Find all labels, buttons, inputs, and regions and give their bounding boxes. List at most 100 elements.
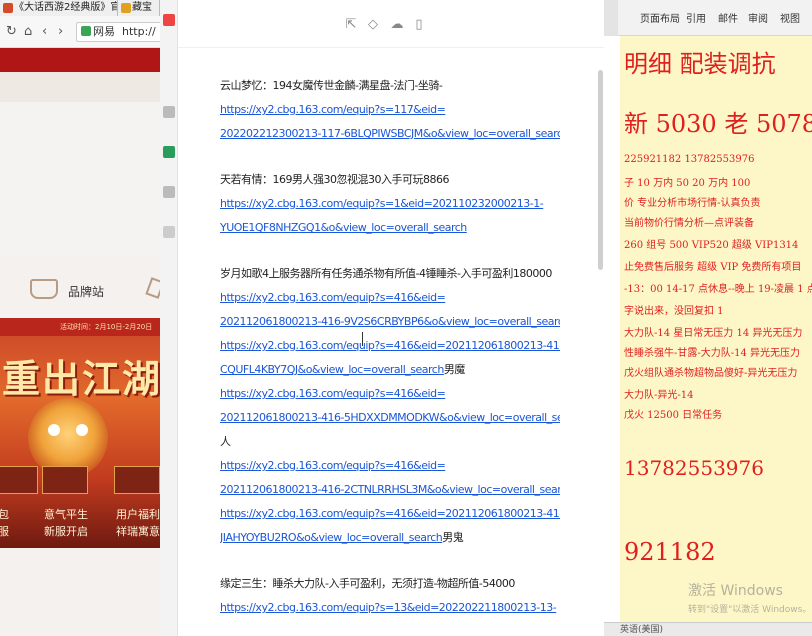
shop-icon xyxy=(30,279,58,299)
banner-thumb-3[interactable] xyxy=(114,466,160,494)
note-link-line[interactable]: https://xy2.cbg.163.com/equip?s=117&eid= xyxy=(220,98,560,122)
browser-window: 《大话西游2经典版》官方 藏宝 ↻ ⌂ ‹ › 网易 http:// 品牌站 活… xyxy=(0,0,160,636)
note-text-line: 缘定三生：睡杀大力队-入手可盈利，无须打造-物超所值-54000 xyxy=(220,572,560,596)
equip-link[interactable]: 202202212300213-117-6BLQPIWSBCJM&o&view_… xyxy=(220,127,560,140)
word-line: 止免费售后服务 超级 VIP 免费所有项目 xyxy=(624,262,802,273)
equip-link[interactable]: 202112061800213-416-2CTNLRRHSL3M&o&view_… xyxy=(220,483,560,496)
word-ribbon: 页面布局 引用 邮件 审阅 视图 xyxy=(604,0,812,36)
equip-link[interactable]: https://xy2.cbg.163.com/equip?s=13&eid=2… xyxy=(220,601,557,614)
site-lower-area xyxy=(0,548,160,636)
note-scroll-thumb[interactable] xyxy=(598,70,603,270)
word-line: 新 5030 老 5078 xyxy=(624,110,812,138)
equip-link[interactable]: https://xy2.cbg.163.com/equip?s=416&eid= xyxy=(220,291,446,304)
folder-icon[interactable] xyxy=(163,186,175,198)
note-link-line[interactable]: https://xy2.cbg.163.com/equip?s=1&eid=20… xyxy=(220,192,560,216)
equip-link[interactable]: https://xy2.cbg.163.com/equip?s=117&eid= xyxy=(220,103,446,116)
address-text: http:// xyxy=(122,25,156,38)
word-line: 225921182 13782553976 xyxy=(624,154,755,165)
cbg-favicon-icon xyxy=(121,3,131,13)
banner-caption-3: 用户福利 祥瑞寓意 xyxy=(116,506,160,540)
note-text-line: 人 xyxy=(220,430,560,454)
link-suffix: 男鬼 xyxy=(442,531,464,544)
ribbon-tab-view[interactable]: 视图 xyxy=(780,10,800,25)
note-link-line[interactable]: YUOE1QF8NHZGQ1&o&view_loc=overall_search xyxy=(220,216,560,240)
word-line: 价 专业分析市场行情-认真负责 xyxy=(624,198,761,209)
caption-3-line-1: 用户福利 xyxy=(116,508,160,521)
word-line: 字说出来，没回复扣 1 xyxy=(624,306,724,317)
note-blank-line xyxy=(220,550,560,572)
note-blank-line xyxy=(220,146,560,168)
word-line: 当前物价行情分析—点评装备 xyxy=(624,218,754,229)
browser-tab-1[interactable]: 《大话西游2经典版》官方 xyxy=(0,0,118,16)
word-page[interactable]: 激活 Windows 转到"设置"以激活 Windows。 明细 配装调抗新 5… xyxy=(620,36,812,622)
equip-link[interactable]: JIAHYOYBU2RO&o&view_loc=overall_search xyxy=(220,531,443,544)
address-tag: 网易 xyxy=(93,25,115,38)
ribbon-tab-references[interactable]: 引用 xyxy=(686,10,706,25)
word-line: 260 组号 500 VIP520 超级 VIP1314 xyxy=(624,240,799,251)
share-icon[interactable]: ⇱ xyxy=(344,18,358,32)
equip-link[interactable]: 202112061800213-416-5HDXXDMMODKW&o&view_… xyxy=(220,411,560,424)
caption-1-line-1: 包 xyxy=(0,508,9,521)
note-text-line: 天若有情：169男人强30忽视混30入手可玩8866 xyxy=(220,168,560,192)
equip-link[interactable]: https://xy2.cbg.163.com/equip?s=416&eid=… xyxy=(220,507,560,520)
tag-icon[interactable]: ◇ xyxy=(366,18,380,32)
equip-link[interactable]: https://xy2.cbg.163.com/equip?s=1&eid=20… xyxy=(220,197,544,210)
browser-tab-2[interactable]: 藏宝 xyxy=(118,0,160,16)
delete-icon[interactable]: ▯ xyxy=(412,18,426,32)
browser-tab-2-label: 藏宝 xyxy=(132,2,152,13)
browser-toolbar: ↻ ⌂ ‹ › 网易 http:// xyxy=(0,16,160,48)
cube-icon[interactable] xyxy=(163,146,175,158)
note-link-line[interactable]: https://xy2.cbg.163.com/equip?s=416&eid= xyxy=(220,382,560,406)
note-link-line[interactable]: https://xy2.cbg.163.com/equip?s=416&eid= xyxy=(220,286,560,310)
note-link-line[interactable]: https://xy2.cbg.163.com/equip?s=416&eid= xyxy=(220,454,560,478)
category-row: 品牌站 xyxy=(0,255,160,315)
upload-icon[interactable]: ☁ xyxy=(390,18,404,32)
gift-icon[interactable] xyxy=(145,277,160,299)
note-link-line[interactable]: 202112061800213-416-2CTNLRRHSL3M&o&view_… xyxy=(220,478,560,502)
user-icon[interactable] xyxy=(163,106,175,118)
note-link-line[interactable]: 202112061800213-416-9V2S6CRBYBP6&o&view_… xyxy=(220,310,560,334)
note-text: 天若有情：169男人强30忽视混30入手可玩8866 xyxy=(220,173,449,186)
site-subheader xyxy=(0,72,160,102)
equip-link[interactable]: CQUFL4KBY7QJ&o&view_loc=overall_search xyxy=(220,363,444,376)
note-link-line[interactable]: 202202212300213-117-6BLQPIWSBCJM&o&view_… xyxy=(220,122,560,146)
home-icon[interactable]: ⌂ xyxy=(24,24,32,39)
forward-icon[interactable]: › xyxy=(58,24,63,39)
equip-link[interactable]: https://xy2.cbg.163.com/equip?s=416&eid= xyxy=(220,387,446,400)
banner-thumb-1[interactable] xyxy=(0,466,38,494)
banner-caption-1: 包 服 xyxy=(0,506,9,540)
equip-link[interactable]: https://xy2.cbg.163.com/equip?s=416&eid=… xyxy=(220,339,560,352)
language-indicator[interactable]: 英语(美国) xyxy=(620,625,663,635)
app-icon-1[interactable] xyxy=(163,14,175,26)
ribbon-tab-layout[interactable]: 页面布局 xyxy=(640,10,680,25)
link-suffix: 男魔 xyxy=(443,363,466,376)
equip-link[interactable]: https://xy2.cbg.163.com/equip?s=416&eid= xyxy=(220,459,446,472)
note-link-line[interactable]: https://xy2.cbg.163.com/equip?s=13&eid=2… xyxy=(220,596,560,620)
word-line: 大力队-异光-14 xyxy=(624,390,694,401)
brand-store-link[interactable]: 品牌站 xyxy=(68,283,104,300)
note-text: 云山梦忆：194女魔传世金麟-满星盘-法门-坐骑- xyxy=(220,79,443,92)
note-link-line[interactable]: https://xy2.cbg.163.com/equip?s=416&eid=… xyxy=(220,502,560,526)
ribbon-tab-mailings[interactable]: 邮件 xyxy=(718,10,738,25)
note-content[interactable]: 云山梦忆：194女魔传世金麟-满星盘-法门-坐骑-https://xy2.cbg… xyxy=(220,74,560,620)
settings-icon[interactable] xyxy=(163,226,175,238)
event-banner[interactable]: 活动时间：2月10日-2月20日 重出江湖 包 服 意气平生 新服开启 用户福利… xyxy=(0,318,160,548)
browser-tab-1-label: 《大话西游2经典版》官方 xyxy=(14,2,117,13)
equip-link[interactable]: YUOE1QF8NHZGQ1&o&view_loc=overall_search xyxy=(220,221,467,234)
word-line: 明细 配装调抗 xyxy=(624,50,776,78)
back-icon[interactable]: ‹ xyxy=(42,24,47,39)
browser-tab-strip: 《大话西游2经典版》官方 藏宝 xyxy=(0,0,160,16)
banner-thumb-2[interactable] xyxy=(42,466,88,494)
ribbon-lead xyxy=(604,0,618,36)
ribbon-tab-review[interactable]: 审阅 xyxy=(748,10,768,25)
note-link-line[interactable]: 202112061800213-416-5HDXXDMMODKW&o&view_… xyxy=(220,406,560,430)
banner-title: 重出江湖 xyxy=(2,356,160,401)
site-secure-icon xyxy=(81,26,91,36)
refresh-icon[interactable]: ↻ xyxy=(6,24,17,39)
note-link-line[interactable]: CQUFL4KBY7QJ&o&view_loc=overall_search男魔 xyxy=(220,358,560,382)
equip-link[interactable]: 202112061800213-416-9V2S6CRBYBP6&o&view_… xyxy=(220,315,560,328)
activation-watermark-title: 激活 Windows xyxy=(688,583,783,599)
address-bar[interactable]: 网易 http:// xyxy=(76,22,160,42)
note-link-line[interactable]: JIAHYOYBU2RO&o&view_loc=overall_search男鬼 xyxy=(220,526,560,550)
note-link-line[interactable]: https://xy2.cbg.163.com/equip?s=416&eid=… xyxy=(220,334,560,358)
